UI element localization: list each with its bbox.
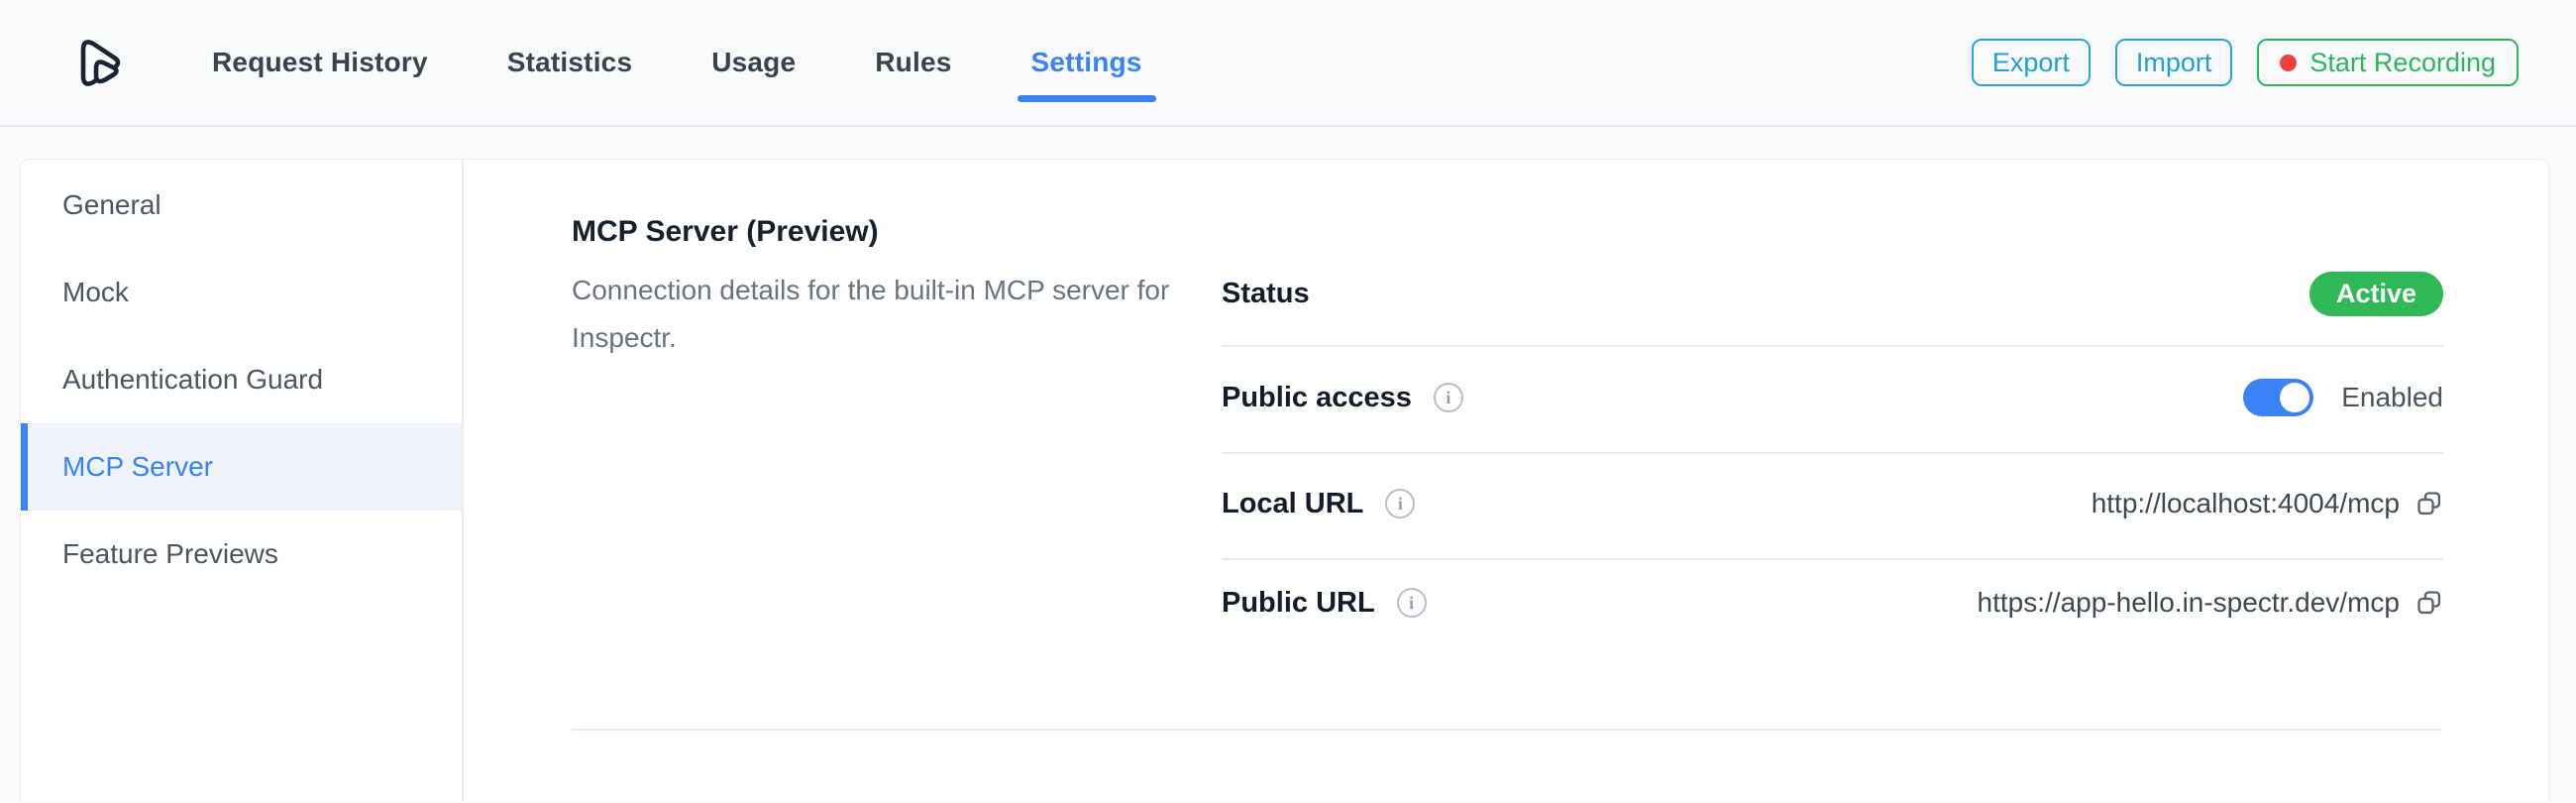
inspectr-logo-icon[interactable] — [71, 33, 123, 92]
public-url-value: https://app-hello.in-spectr.dev/mcp — [1978, 587, 2443, 619]
tab-request-history[interactable]: Request History — [212, 0, 428, 125]
copy-icon[interactable] — [2415, 490, 2443, 517]
tab-settings[interactable]: Settings — [1017, 0, 1156, 125]
sidebar-item-mock[interactable]: Mock — [21, 249, 462, 336]
sidebar-item-mcp-server[interactable]: MCP Server — [21, 423, 462, 511]
toggle-knob — [2280, 383, 2310, 412]
start-recording-label: Start Recording — [2309, 47, 2496, 77]
settings-sidebar: General Mock Authentication Guard MCP Se… — [21, 160, 464, 802]
start-recording-button[interactable]: Start Recording — [2257, 39, 2519, 86]
local-url-label: Local URL i — [1222, 487, 1416, 520]
header-actions: Export Import Start Recording — [1971, 39, 2519, 86]
tab-usage[interactable]: Usage — [711, 0, 796, 125]
tab-rules[interactable]: Rules — [875, 0, 951, 125]
public-access-label: Public access i — [1222, 382, 1463, 414]
import-button[interactable]: Import — [2114, 39, 2233, 86]
export-button[interactable]: Export — [1971, 39, 2091, 86]
row-public-access: Public access i Enabled — [1222, 348, 2443, 447]
row-local-url: Local URL i http://localhost:4004/mcp — [1222, 454, 2443, 553]
public-url-text: https://app-hello.in-spectr.dev/mcp — [1977, 587, 2400, 618]
red-dot-icon — [2280, 54, 2298, 71]
info-circle-icon[interactable]: i — [1396, 588, 1427, 618]
section-description: Connection details for the built-in MCP … — [572, 275, 1170, 353]
row-status: Status Active — [1222, 244, 2443, 343]
sidebar-item-feature-previews[interactable]: Feature Previews — [21, 511, 462, 598]
local-url-value: http://localhost:4004/mcp — [2092, 488, 2443, 519]
public-access-value: Enabled — [2243, 379, 2443, 416]
public-access-toggle[interactable] — [2243, 379, 2314, 416]
status-label: Status — [1222, 277, 1310, 309]
sidebar-item-general[interactable]: General — [21, 162, 462, 249]
info-circle-icon[interactable]: i — [1433, 383, 1463, 412]
settings-content: MCP Server (Preview) Connection details … — [464, 160, 2548, 802]
toggle-state-label: Enabled — [2341, 382, 2443, 412]
public-url-label: Public URL i — [1222, 587, 1427, 620]
status-badge: Active — [2308, 271, 2443, 316]
sidebar-item-authentication-guard[interactable]: Authentication Guard — [21, 336, 462, 423]
row-divider — [1222, 345, 2443, 347]
public-url-label-text: Public URL — [1222, 586, 1375, 619]
tab-statistics[interactable]: Statistics — [507, 0, 633, 125]
local-url-label-text: Local URL — [1222, 487, 1364, 519]
settings-panel: General Mock Authentication Guard MCP Se… — [20, 159, 2549, 802]
info-circle-icon[interactable]: i — [1385, 489, 1416, 518]
section-title: MCP Server (Preview) — [572, 215, 879, 248]
app-header: Request History Statistics Usage Rules S… — [0, 0, 2576, 127]
row-public-url: Public URL i https://app-hello.in-spectr… — [1222, 553, 2443, 652]
public-access-label-text: Public access — [1222, 381, 1412, 413]
section-divider — [572, 729, 2443, 731]
local-url-text: http://localhost:4004/mcp — [2091, 488, 2400, 518]
copy-icon[interactable] — [2415, 589, 2443, 617]
main-nav: Request History Statistics Usage Rules S… — [212, 0, 1156, 125]
